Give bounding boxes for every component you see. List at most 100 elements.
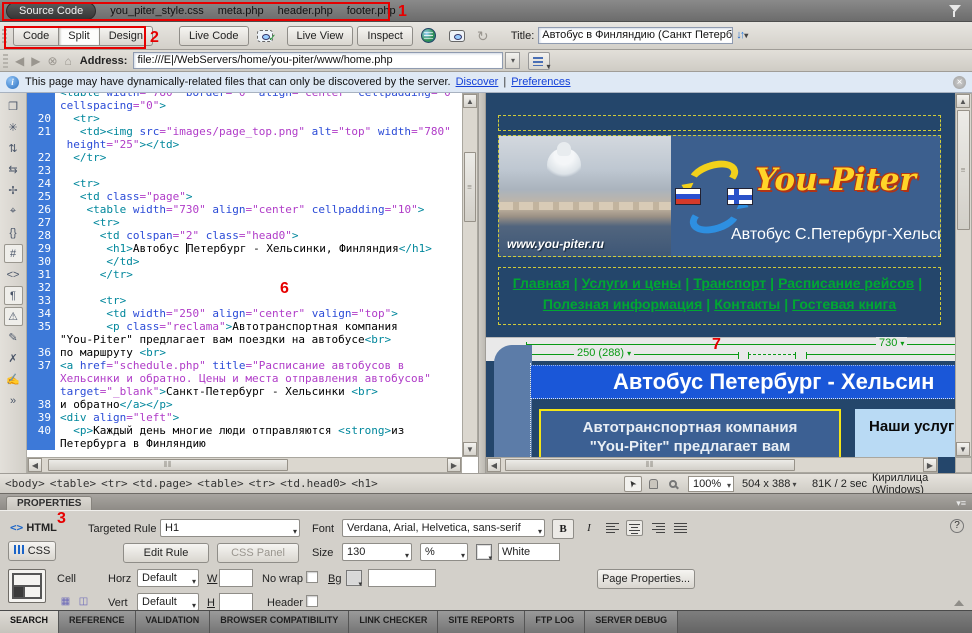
text-color-swatch[interactable] [476,544,492,560]
validate-markup-icon[interactable]: ▾ [449,26,469,46]
horz-dropdown[interactable]: Default [137,569,199,587]
title-input[interactable]: Автобус в Финляндию (Санкт Петербург - Х… [538,27,733,44]
results-tab-server-debug[interactable]: SERVER DEBUG [585,611,678,633]
select-parent-tag-icon[interactable]: ⌖ [4,202,23,221]
pane-splitter[interactable] [478,93,486,473]
scroll-down-icon[interactable]: ▼ [956,442,970,456]
check-browser-compatibility-icon[interactable]: ✓ [257,26,277,46]
tag-selector-item[interactable]: <td.page> [133,477,193,490]
code-view-pane[interactable]: ❐✳⇅⇆✢⌖{}#<>¶⚠✎✗✍» <table width="780" bor… [0,93,478,473]
design-view-pane[interactable]: www.you-piter.ru You-Piter Автобус С.Пет… [486,93,972,473]
expand-all-icon[interactable]: ✢ [4,181,23,200]
select-tool-icon[interactable]: ➤ [624,476,642,492]
code-hscroll-thumb[interactable]: ⦀⦀ [48,459,288,471]
preview-in-browser-globe-icon[interactable]: ▾ [421,26,441,46]
size-dropdown[interactable]: 130 [342,543,412,561]
results-tab-reference[interactable]: REFERENCE [59,611,136,633]
balance-braces-icon[interactable]: {} [4,223,23,242]
nav-menu-link[interactable]: Расписание рейсов [778,275,914,291]
split-cell-icon[interactable]: ◫ [76,595,91,609]
justify-icon[interactable] [672,520,689,536]
font-dropdown[interactable]: Verdana, Arial, Helvetica, sans-serif [342,519,545,537]
size-unit-dropdown[interactable]: % [420,543,468,561]
home-icon[interactable]: ⌂ [65,54,72,68]
page-h1-heading[interactable]: Автобус Петербург - Хельсин [531,365,955,399]
results-tab-validation[interactable]: VALIDATION [136,611,211,633]
scroll-up-icon[interactable]: ▲ [463,94,477,108]
merge-cells-icon[interactable]: ▦ [58,595,73,609]
header-checkbox[interactable] [306,595,318,607]
vert-dropdown[interactable]: Default [137,593,199,611]
nav-menu-link[interactable]: Полезная информация [543,296,702,312]
scroll-right-icon[interactable]: ▶ [923,458,937,472]
scroll-up-icon[interactable]: ▲ [956,94,970,108]
live-view-button[interactable]: Live View [287,26,354,46]
page-properties-button[interactable]: Page Properties... [597,569,695,589]
align-center-icon[interactable] [626,520,643,536]
apply-comment-icon[interactable]: ✎ [4,328,23,347]
code-vscroll-thumb[interactable]: ≡ [464,152,476,222]
remove-comment-icon[interactable]: ✗ [4,349,23,368]
back-icon[interactable]: ◀ [15,54,24,68]
align-left-icon[interactable] [604,520,621,536]
code-editor[interactable]: <table width="780" border="0" align="cen… [27,93,462,457]
code-vertical-scrollbar[interactable]: ▲ ≡ ▼ [462,93,478,457]
code-navigator-icon[interactable]: ✳ [4,118,23,137]
nav-menu-link[interactable]: Контакты [714,296,780,312]
discover-link[interactable]: Discover [456,76,499,88]
nav-menu-link[interactable]: Транспорт [693,275,766,291]
address-input[interactable]: file:///E|/WebServers/home/you-piter/www… [133,52,503,69]
edit-rule-button[interactable]: Edit Rule [123,543,209,563]
live-view-options-icon[interactable] [528,52,550,70]
tag-selector-item[interactable]: <body> [5,477,45,490]
services-box[interactable]: Наши услуги [855,409,955,457]
text-color-input[interactable]: White [498,543,560,561]
results-tab-link-checker[interactable]: LINK CHECKER [349,611,438,633]
column-width-label[interactable]: 250 (288) ▾ [574,347,634,359]
css-mode-button[interactable]: CSS [8,541,56,561]
code-horizontal-scrollbar[interactable]: ◀ ⦀⦀ ▶ [27,457,462,473]
bold-button[interactable]: B [552,519,574,539]
scroll-down-icon[interactable]: ▼ [463,442,477,456]
tag-selector[interactable]: <body><table><tr><td.page><table><tr><td… [0,477,378,490]
file-get-put-icon[interactable]: ↓↑▾ [736,27,746,45]
tag-selector-item[interactable]: <h1> [351,477,378,490]
bg-color-input[interactable] [368,569,436,587]
more-icon[interactable]: » [4,391,23,410]
scroll-left-icon[interactable]: ◀ [28,458,42,472]
no-wrap-checkbox[interactable] [306,571,318,583]
word-wrap-icon[interactable]: ¶ [4,286,23,305]
address-history-dropdown[interactable]: ▾ [505,52,520,69]
bg-color-swatch[interactable] [346,570,362,586]
italic-button[interactable]: I [578,519,600,539]
magnification-dropdown[interactable]: 100% [688,476,734,492]
stop-icon[interactable]: ⊗ [47,54,57,68]
nav-menu-link[interactable]: Главная [513,275,570,291]
filter-funnel-icon[interactable] [948,4,962,18]
collapse-full-tag-icon[interactable]: ⇅ [4,139,23,158]
design-hscroll-thumb[interactable]: ⦀⦀ [505,459,795,471]
help-icon[interactable]: ? [950,519,964,533]
window-size-indicator[interactable]: 504 x 388 [742,478,797,490]
align-right-icon[interactable] [650,520,667,536]
indent-icon[interactable]: ✍ [4,370,23,389]
collapse-selection-icon[interactable]: ⇆ [4,160,23,179]
properties-tab[interactable]: PROPERTIES [6,496,92,511]
h-input[interactable] [219,593,253,611]
results-tab-ftp-log[interactable]: FTP LOG [525,611,585,633]
preferences-link[interactable]: Preferences [511,76,570,88]
line-numbers-icon[interactable]: # [4,244,23,263]
css-panel-button[interactable]: CSS Panel [217,543,299,563]
scroll-left-icon[interactable]: ◀ [487,458,501,472]
zoom-tool-icon[interactable] [664,476,682,492]
results-tab-browser-compatibility[interactable]: BROWSER COMPATIBILITY [210,611,349,633]
syntax-error-alerts-icon[interactable]: ⚠ [4,307,23,326]
tag-selector-item[interactable]: <table> [197,477,243,490]
hand-tool-icon[interactable] [644,476,662,492]
panel-resize-handle[interactable] [954,600,964,606]
inspect-button[interactable]: Inspect [357,26,412,46]
w-input[interactable] [219,569,253,587]
tag-selector-item[interactable]: <td.head0> [280,477,346,490]
tag-selector-item[interactable]: <tr> [101,477,128,490]
panel-menu-icon[interactable]: ▾≡ [956,498,966,509]
